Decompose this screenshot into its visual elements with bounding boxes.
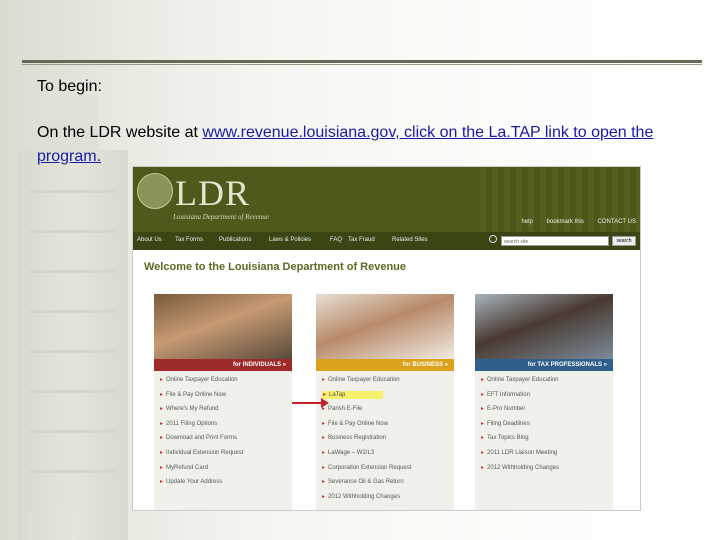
instruction-prefix: On the LDR website at bbox=[37, 124, 203, 141]
slide-instruction: On the LDR website at www.revenue.louisi… bbox=[37, 121, 667, 169]
list-item[interactable]: ▸ File & Pay Online Now bbox=[160, 390, 243, 405]
business-links: ▸ Online Taxpayer Education ▸ LaTap ▸ Paris… bbox=[322, 375, 411, 506]
list-item[interactable]: ▸ EFT Information bbox=[481, 390, 559, 405]
header-rule-thin bbox=[22, 64, 702, 65]
latap-link[interactable]: ▸ LaTap bbox=[322, 390, 411, 405]
list-item[interactable]: ▸ 2012 Withholding Changes bbox=[322, 492, 411, 507]
nav-related-sites[interactable]: Related Sites bbox=[392, 237, 428, 243]
state-seal-icon bbox=[137, 173, 173, 209]
ldr-website-screenshot: LDR Louisiana Department of Revenue help… bbox=[133, 167, 640, 510]
list-item[interactable]: ▸ Online Taxpayer Education bbox=[322, 375, 411, 390]
individuals-photo bbox=[154, 294, 292, 359]
individuals-links: ▸ Online Taxpayer Education ▸ File & Pay O… bbox=[160, 375, 243, 492]
list-item[interactable]: ▸ Individual Extension Request bbox=[160, 448, 243, 463]
list-item[interactable]: ▸ Where's My Refund bbox=[160, 404, 243, 419]
ldr-logo: LDR bbox=[175, 173, 250, 213]
slide-heading: To begin: bbox=[37, 78, 102, 95]
help-link[interactable]: help bbox=[522, 219, 533, 225]
top-links: help bookmark this CONTACT US bbox=[510, 219, 637, 225]
contact-us-link[interactable]: CONTACT US bbox=[598, 219, 636, 225]
individuals-column: for INDIVIDUALS » ▸ Online Taxpayer Educa… bbox=[154, 294, 292, 510]
nav-about-us[interactable]: About Us bbox=[137, 237, 162, 243]
list-item[interactable]: ▸ Filing Deadlines bbox=[481, 419, 559, 434]
list-item[interactable]: ▸ File & Pay Online Now bbox=[322, 419, 411, 434]
tax-professionals-band[interactable]: for TAX PROFESSIONALS » bbox=[475, 359, 613, 371]
list-item[interactable]: ▸ Corporation Extension Request bbox=[322, 463, 411, 478]
list-item[interactable]: ▸ E-Pro Number bbox=[481, 404, 559, 419]
business-column: for BUSINESS » ▸ Online Taxpayer Educatio… bbox=[316, 294, 454, 510]
search-button[interactable]: search bbox=[612, 236, 636, 246]
individuals-band[interactable]: for INDIVIDUALS » bbox=[154, 359, 292, 371]
business-band[interactable]: for BUSINESS » bbox=[316, 359, 454, 371]
site-header: LDR Louisiana Department of Revenue help… bbox=[133, 167, 640, 232]
list-item[interactable]: ▸ Online Taxpayer Education bbox=[160, 375, 243, 390]
welcome-title: Welcome to the Louisiana Department of R… bbox=[144, 261, 407, 273]
red-arrow-shaft bbox=[292, 402, 321, 404]
search-icon bbox=[489, 235, 497, 243]
bookmark-link[interactable]: bookmark this bbox=[547, 219, 584, 225]
list-item[interactable]: ▸ Update Your Address bbox=[160, 477, 243, 492]
tax-professionals-photo bbox=[475, 294, 613, 359]
search-input[interactable]: search site bbox=[501, 236, 609, 246]
list-item[interactable]: ▸ Download and Print Forms bbox=[160, 433, 243, 448]
list-item[interactable]: ▸ LaWage – W2/L3 bbox=[322, 448, 411, 463]
ldr-logo-subtitle: Louisiana Department of Revenue bbox=[173, 213, 269, 221]
list-item[interactable]: ▸ 2012 Withholding Changes bbox=[481, 463, 559, 478]
list-item[interactable]: ▸ 2011 Filing Options bbox=[160, 419, 243, 434]
list-item[interactable]: ▸ MyRefund Card bbox=[160, 463, 243, 478]
list-item[interactable]: ▸ Parish E-File bbox=[322, 404, 411, 419]
nav-faq[interactable]: FAQ bbox=[330, 237, 342, 243]
tax-professionals-links: ▸ Online Taxpayer Education ▸ EFT Informat… bbox=[481, 375, 559, 477]
nav-tax-forms[interactable]: Tax Forms bbox=[175, 237, 203, 243]
tax-professionals-column: for TAX PROFESSIONALS » ▸ Online Taxpayer… bbox=[475, 294, 613, 510]
nav-publications[interactable]: Publications bbox=[219, 237, 251, 243]
list-item[interactable]: ▸ Tax Topics Blog bbox=[481, 433, 559, 448]
list-item[interactable]: ▸ Severance Oil & Gas Return bbox=[322, 477, 411, 492]
red-arrow-icon bbox=[321, 398, 329, 408]
nav-tax-fraud[interactable]: Tax Fraud bbox=[348, 237, 375, 243]
business-photo bbox=[316, 294, 454, 359]
list-item[interactable]: ▸ 2011 LDR Liaison Meeting bbox=[481, 448, 559, 463]
list-item[interactable]: ▸ Online Taxpayer Education bbox=[481, 375, 559, 390]
list-item[interactable]: ▸ Business Registration bbox=[322, 433, 411, 448]
nav-laws-policies[interactable]: Laws & Policies bbox=[269, 237, 311, 243]
header-rule bbox=[22, 60, 702, 63]
capitol-building-watermark bbox=[18, 95, 128, 540]
